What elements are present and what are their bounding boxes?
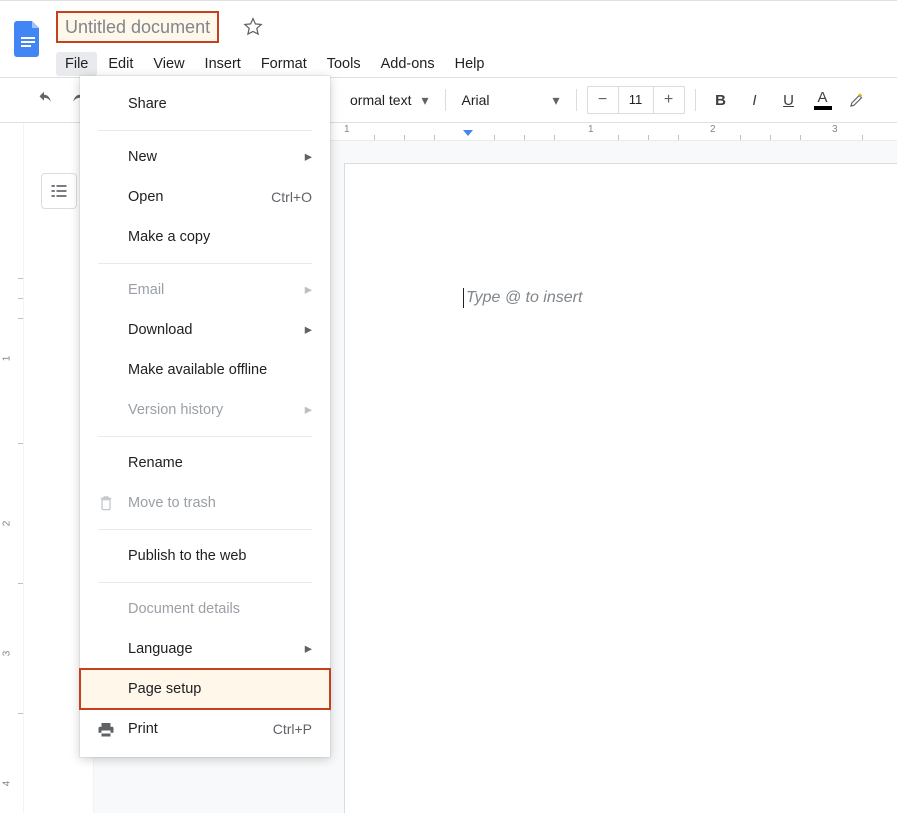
font-size-increase[interactable]: +	[654, 87, 684, 113]
vruler-number: 1	[1, 356, 12, 362]
separator	[695, 89, 696, 111]
editor-placeholder: Type @ to insert	[466, 289, 582, 307]
menu-separator	[98, 582, 312, 583]
paragraph-style-label: ormal text	[350, 92, 411, 108]
shortcut-label: Ctrl+O	[271, 189, 312, 205]
outline-icon	[49, 181, 69, 201]
menu-edit[interactable]: Edit	[99, 52, 142, 76]
menuitem-share[interactable]: Share	[80, 84, 330, 124]
menuitem-publish[interactable]: Publish to the web	[80, 536, 330, 576]
font-family-label: Arial	[462, 92, 490, 108]
menu-format[interactable]: Format	[252, 52, 316, 76]
undo-button[interactable]	[28, 85, 60, 115]
file-menu-dropdown: Share New▸ OpenCtrl+O Make a copy Email▸…	[80, 76, 330, 757]
font-size-decrease[interactable]: −	[588, 87, 618, 113]
menu-separator	[98, 130, 312, 131]
document-page[interactable]	[344, 163, 897, 813]
document-title[interactable]: Untitled document	[56, 11, 219, 43]
highlighter-icon	[848, 91, 866, 109]
outline-toggle-button[interactable]	[41, 173, 77, 209]
menu-view[interactable]: View	[144, 52, 193, 76]
menu-help[interactable]: Help	[446, 52, 494, 76]
hruler-number: 2	[710, 124, 716, 135]
text-color-icon: A	[817, 91, 827, 105]
menuitem-open[interactable]: OpenCtrl+O	[80, 177, 330, 217]
star-icon	[243, 17, 263, 37]
menu-file[interactable]: File	[56, 52, 97, 76]
separator	[576, 89, 577, 111]
submenu-arrow-icon: ▸	[305, 402, 312, 418]
menuitem-language[interactable]: Language▸	[80, 629, 330, 669]
menuitem-new[interactable]: New▸	[80, 137, 330, 177]
menu-separator	[98, 529, 312, 530]
bold-button[interactable]: B	[706, 85, 736, 115]
menu-separator	[98, 263, 312, 264]
font-size-value[interactable]: 11	[618, 87, 654, 113]
docs-logo[interactable]	[8, 19, 48, 59]
vruler-number: 2	[1, 521, 12, 527]
hruler-number: 1	[588, 124, 594, 135]
text-color-button[interactable]: A	[808, 85, 838, 115]
indent-marker-icon[interactable]	[462, 129, 474, 142]
menu-insert[interactable]: Insert	[196, 52, 250, 76]
paragraph-style-select[interactable]: ormal text ▾	[344, 85, 435, 115]
menuitem-print[interactable]: Print Ctrl+P	[80, 709, 330, 749]
menuitem-version-history[interactable]: Version history▸	[80, 390, 330, 430]
print-icon	[96, 719, 116, 739]
menuitem-move-trash[interactable]: Move to trash	[80, 483, 330, 523]
menubar: File Edit View Insert Format Tools Add-o…	[56, 49, 889, 79]
hruler-number: 1	[344, 124, 350, 135]
submenu-arrow-icon: ▸	[305, 322, 312, 338]
chevron-down-icon: ▾	[552, 92, 559, 109]
font-size-stepper: − 11 +	[587, 86, 685, 114]
menuitem-email[interactable]: Email▸	[80, 270, 330, 310]
text-cursor	[463, 288, 464, 308]
highlight-color-button[interactable]	[842, 85, 872, 115]
menuitem-make-copy[interactable]: Make a copy	[80, 217, 330, 257]
font-family-select[interactable]: Arial ▾	[456, 85, 566, 115]
menu-separator	[98, 436, 312, 437]
submenu-arrow-icon: ▸	[305, 149, 312, 165]
menuitem-page-setup[interactable]: Page setup	[80, 669, 330, 709]
italic-button[interactable]: I	[740, 85, 770, 115]
undo-icon	[35, 91, 53, 109]
separator	[445, 89, 446, 111]
menu-addons[interactable]: Add-ons	[372, 52, 444, 76]
menuitem-offline[interactable]: Make available offline	[80, 350, 330, 390]
menu-tools[interactable]: Tools	[318, 52, 370, 76]
submenu-arrow-icon: ▸	[305, 282, 312, 298]
menuitem-download[interactable]: Download▸	[80, 310, 330, 350]
hruler-number: 3	[832, 124, 838, 135]
trash-icon	[96, 493, 116, 513]
menuitem-document-details[interactable]: Document details	[80, 589, 330, 629]
submenu-arrow-icon: ▸	[305, 641, 312, 657]
vruler-number: 4	[1, 781, 12, 787]
vruler-number: 3	[1, 651, 12, 657]
underline-button[interactable]: U	[774, 85, 804, 115]
chevron-down-icon: ▾	[421, 92, 428, 109]
menuitem-rename[interactable]: Rename	[80, 443, 330, 483]
shortcut-label: Ctrl+P	[273, 721, 312, 737]
star-button[interactable]	[239, 13, 267, 41]
